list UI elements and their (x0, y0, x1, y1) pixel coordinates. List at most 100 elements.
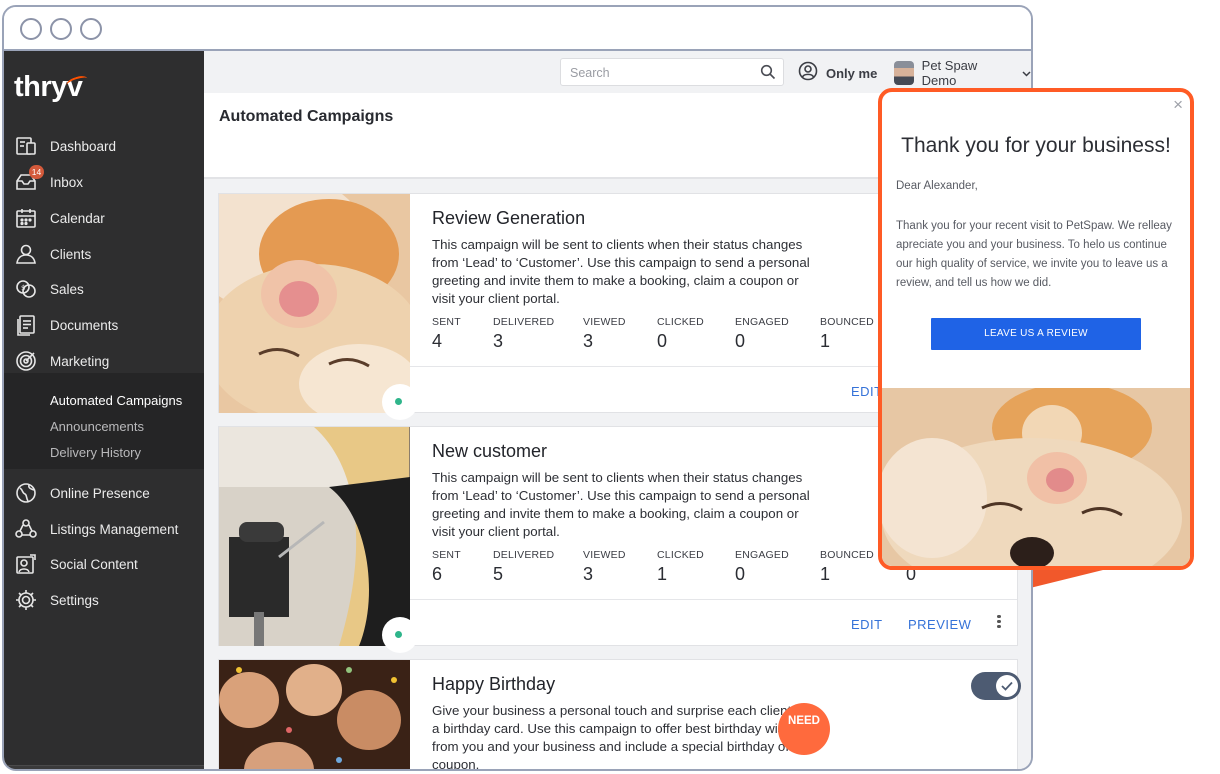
stat-value-engaged: 0 (735, 331, 746, 351)
clients-icon (14, 242, 38, 266)
listings-icon (14, 517, 38, 541)
stat-label-bounced: BOUNCED (820, 549, 874, 561)
stat-label-clicked: CLICKED (657, 549, 704, 561)
sidebar-item-sales[interactable]: $ Sales (4, 271, 204, 307)
campaign-stats: SENT 6 DELIVERED 5 VIEWED 3 CLICKED 1 ENGAGE… (432, 549, 916, 589)
stat-value-delivered: 3 (493, 331, 504, 351)
sidebar-subitem-delivery-history[interactable]: Delivery History (50, 445, 141, 460)
sidebar-item-label: Online Presence (50, 485, 150, 501)
only-me-label: Only me (826, 66, 878, 81)
sidebar-item-label: Settings (50, 592, 99, 608)
card-divider (410, 599, 1017, 600)
sales-icon: $ (14, 277, 38, 301)
documents-icon (14, 313, 38, 337)
sidebar-item-label: Inbox (50, 174, 84, 190)
sidebar-item-listings-management[interactable]: Listings Management (4, 511, 204, 547)
status-indicator (382, 384, 418, 420)
party-image (219, 660, 410, 769)
sidebar-subitem-announcements[interactable]: Announcements (50, 419, 144, 434)
marketing-icon (14, 349, 38, 373)
stat-value-clicked: 0 (657, 331, 668, 351)
sidebar-item-label: Dashboard (50, 138, 117, 154)
campaign-toggle[interactable] (971, 672, 1021, 700)
top-bar: Search Only me Pet Spaw Demo (204, 51, 1031, 93)
sidebar-item-social-content[interactable]: Social Content (4, 546, 204, 582)
kitten-puppy-image (219, 194, 410, 413)
stat-label-sent: SENT (432, 316, 461, 328)
campaign-title: New customer (432, 441, 548, 461)
page-title: Automated Campaigns (219, 108, 394, 125)
sidebar-item-inbox[interactable]: 14 Inbox (4, 164, 204, 200)
search-input[interactable]: Search (560, 58, 784, 86)
stat-value-clicked: 1 (657, 564, 668, 584)
user-name: Pet Spaw Demo (921, 58, 978, 88)
sidebar-item-dashboard[interactable]: Dashboard (4, 128, 204, 164)
email-preview-popup: × Thank you for your business! Dear Alex… (878, 88, 1194, 570)
sidebar-item-label: Documents (50, 317, 119, 333)
stat-label-bounced: BOUNCED (820, 316, 874, 328)
social-content-icon (14, 552, 38, 576)
status-indicator (382, 617, 418, 653)
gear-icon (14, 588, 38, 612)
campaign-title: Happy Birthday (432, 674, 556, 694)
sidebar-item-online-presence[interactable]: Online Presence (4, 475, 204, 511)
campaign-stats: SENT 4 DELIVERED 3 VIEWED 3 CLICKED 0 ENGAGE… (432, 316, 902, 356)
only-me-filter[interactable]: Only me (798, 61, 877, 86)
sidebar-footer (4, 765, 204, 769)
stat-label-delivered: DELIVERED (493, 549, 555, 561)
stat-value-delivered: 5 (493, 564, 504, 584)
window-maximize-dot[interactable] (80, 18, 102, 40)
campaign-title: Review Generation (432, 208, 586, 228)
dashboard-icon (14, 134, 38, 158)
sidebar-item-clients[interactable]: Clients (4, 236, 204, 272)
sidebar-item-label: Clients (50, 246, 92, 262)
globe-icon (14, 481, 38, 505)
popup-greeting: Dear Alexander, (896, 180, 978, 192)
sidebar-item-label: Marketing (50, 353, 110, 369)
status-active-dot (395, 398, 402, 405)
stat-label-sent: SENT (432, 549, 461, 561)
stat-label-engaged: ENGAGED (735, 316, 789, 328)
stat-value-sent: 4 (432, 331, 443, 351)
sidebar-item-calendar[interactable]: Calendar (4, 200, 204, 236)
edit-button[interactable]: EDIT (851, 617, 883, 632)
campaign-description: This campaign will be sent to clients wh… (432, 237, 810, 306)
sidebar-item-label: Sales (50, 281, 84, 297)
window-titlebar (4, 7, 1031, 51)
popup-body: Thank you for your recent visit to PetSp… (896, 220, 1172, 289)
search-icon[interactable] (760, 64, 776, 85)
stat-label-delivered: DELIVERED (493, 316, 555, 328)
stat-value-viewed: 3 (583, 331, 594, 351)
leave-review-button[interactable]: LEAVE US A REVIEW (931, 318, 1141, 350)
stat-value-viewed: 3 (583, 564, 594, 584)
stat-value-engaged: 0 (735, 564, 746, 584)
page: thryv Dashboard 14 Inbox Calendar Client… (0, 0, 1220, 774)
sidebar-item-label: Social Content (50, 556, 138, 572)
sidebar-item-label: Listings Management (50, 521, 179, 537)
marketing-submenu: Automated Campaigns Announcements Delive… (4, 373, 204, 469)
stat-label-viewed: VIEWED (583, 549, 626, 561)
stat-label-clicked: CLICKED (657, 316, 704, 328)
sidebar-subitem-automated-campaigns[interactable]: Automated Campaigns (50, 393, 182, 408)
stat-value-bounced: 1 (820, 564, 831, 584)
more-options-icon[interactable] (995, 613, 1003, 633)
user-circle-icon (798, 61, 818, 86)
window-minimize-dot[interactable] (50, 18, 72, 40)
preview-button[interactable]: PREVIEW (908, 617, 971, 632)
sidebar-item-documents[interactable]: Documents (4, 307, 204, 343)
window-close-dot[interactable] (20, 18, 42, 40)
sidebar-item-settings[interactable]: Settings (4, 582, 204, 618)
stat-label-engaged: ENGAGED (735, 549, 789, 561)
sidebar: thryv Dashboard 14 Inbox Calendar Client… (4, 51, 204, 769)
stat-value-sent: 6 (432, 564, 443, 584)
campaign-card-happy-birthday: Happy Birthday Give your business a pers… (218, 659, 1021, 769)
svg-text:$: $ (21, 284, 25, 292)
chevron-down-icon (1022, 64, 1031, 82)
user-menu[interactable]: Pet Spaw Demo (894, 58, 1031, 88)
stat-label-viewed: VIEWED (583, 316, 626, 328)
inbox-count-badge: 14 (29, 165, 44, 179)
search-placeholder: Search (570, 66, 610, 80)
need-help-button[interactable]: NEED (778, 703, 830, 755)
calendar-icon (14, 206, 38, 230)
close-icon[interactable]: × (1173, 95, 1183, 115)
